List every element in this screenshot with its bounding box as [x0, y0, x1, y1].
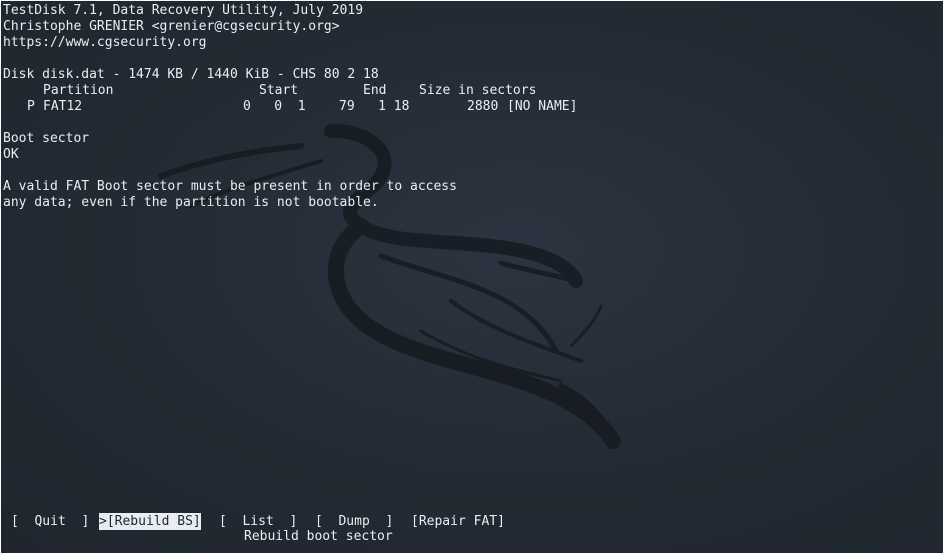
terminal-window: TestDisk 7.1, Data Recovery Utility, Jul…	[1, 1, 943, 553]
partition-type: FAT12	[43, 99, 83, 114]
repair-fat-button[interactable]: [Repair FAT]	[411, 513, 505, 530]
message-line-2: any data; even if the partition is not b…	[3, 195, 379, 210]
column-header-partition: Partition	[43, 83, 114, 98]
rebuild-bs-button[interactable]: >[Rebuild BS]	[99, 513, 201, 530]
app-title: TestDisk 7.1, Data Recovery Utility, Jul…	[3, 3, 364, 18]
quit-button[interactable]: [ Quit ]	[11, 513, 89, 530]
message-line-1: A valid FAT Boot sector must be present …	[3, 179, 457, 194]
column-header-end: End	[363, 83, 387, 98]
partition-end-chs: 79 1 18	[339, 99, 410, 114]
website-url: https://www.cgsecurity.org	[3, 35, 207, 50]
column-header-size: Size in sectors	[419, 83, 537, 98]
boot-sector-status: OK	[3, 147, 19, 162]
boot-sector-label: Boot sector	[3, 131, 90, 146]
dump-button[interactable]: [ Dump ]	[315, 513, 393, 530]
author-line: Christophe GRENIER <grenier@cgsecurity.o…	[3, 19, 340, 34]
partition-flag: P	[27, 99, 35, 114]
partition-size: 2880	[467, 99, 499, 114]
partition-start-chs: 0 0 1	[243, 99, 306, 114]
menu-help-text: Rebuild boot sector	[244, 529, 393, 544]
list-button[interactable]: [ List ]	[219, 513, 297, 530]
partition-name: [NO NAME]	[507, 99, 578, 114]
column-header-start: Start	[259, 83, 299, 98]
disk-info: Disk disk.dat - 1474 KB / 1440 KiB - CHS…	[3, 67, 379, 82]
